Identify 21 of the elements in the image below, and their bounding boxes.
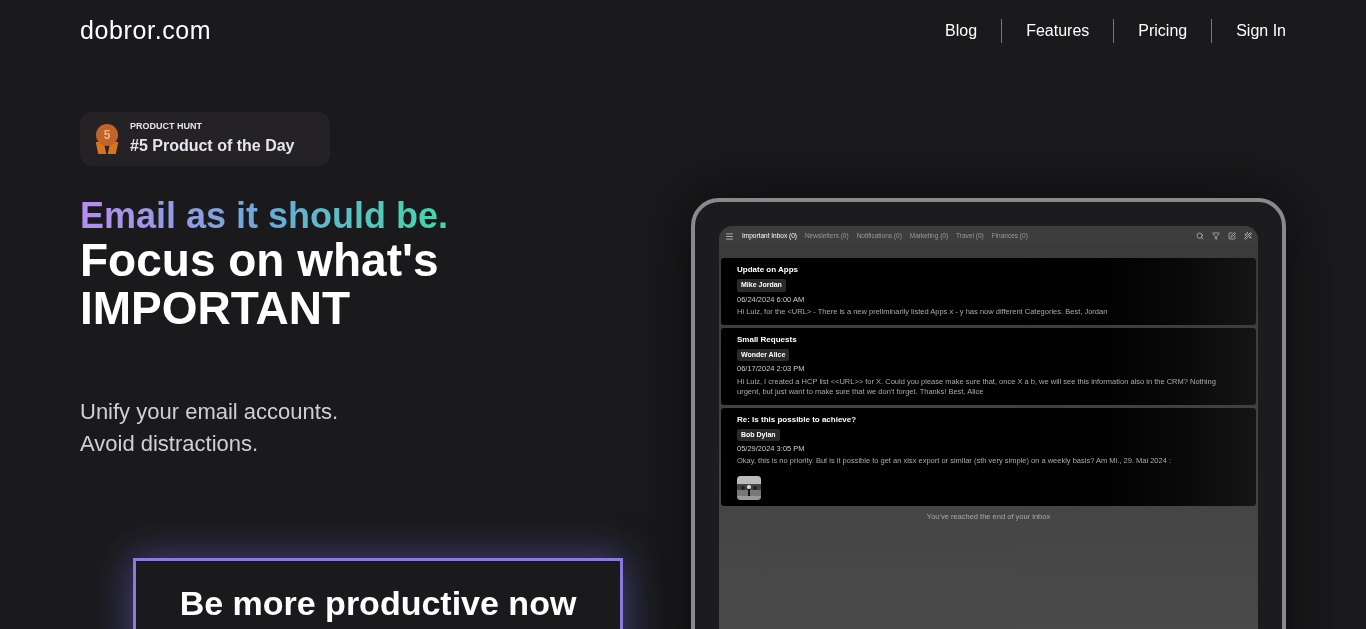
logo[interactable]: dobror.com xyxy=(80,12,212,50)
subtext: Unify your email accounts. xyxy=(80,398,339,426)
subtext: Avoid distractions. xyxy=(80,430,260,458)
email-subject: Small Requests xyxy=(737,333,797,346)
cta-button[interactable]: Be more productive now xyxy=(133,558,623,629)
wand-icon[interactable] xyxy=(1244,232,1252,240)
email-card[interactable] xyxy=(721,327,1256,405)
search-icon[interactable] xyxy=(1196,232,1204,240)
menu-icon[interactable] xyxy=(725,231,734,241)
badge-title: #5 Product of the Day xyxy=(130,135,295,156)
product-hunt-badge[interactable]: 5 PRODUCT HUNT #5 Product of the Day xyxy=(80,112,330,166)
nav-link[interactable]: Blog xyxy=(921,19,1002,43)
headline: Focus on what's IMPORTANT xyxy=(80,236,440,332)
email-subject: Re: Is this possible to achieve? xyxy=(737,413,857,426)
email-subject: Update on Apps xyxy=(737,264,799,276)
nav-link[interactable]: Pricing xyxy=(1114,19,1212,43)
compose-icon[interactable] xyxy=(1228,232,1236,240)
badge-kicker: PRODUCT HUNT xyxy=(130,120,203,134)
nav-link[interactable]: Features xyxy=(1002,19,1114,43)
nav-link[interactable]: Sign In xyxy=(1212,19,1286,43)
filter-icon[interactable] xyxy=(1212,232,1220,240)
